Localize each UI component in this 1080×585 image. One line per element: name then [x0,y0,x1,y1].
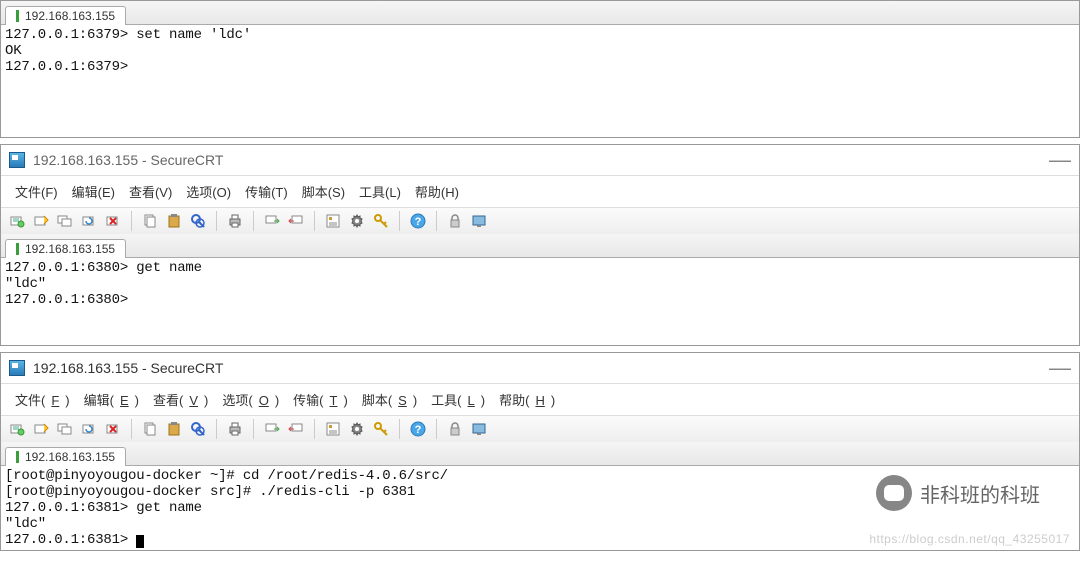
menu-options[interactable]: 选项(O) [180,180,237,203]
toolbar-separator [253,419,254,439]
toolbar-separator [253,211,254,231]
menu-help[interactable]: 帮助(H) [409,180,465,203]
help-icon[interactable]: ? [408,211,428,231]
receive-icon[interactable] [286,211,306,231]
connect-icon[interactable] [7,211,27,231]
connect-icon[interactable] [7,419,27,439]
paste-icon[interactable] [164,419,184,439]
window-title: 192.168.163.155 - SecureCRT [33,152,223,168]
menubar-3: 文件(F) 编辑(E) 查看(V) 选项(O) 传输(T) 脚本(S) 工具(L… [1,383,1079,415]
settings-icon[interactable] [347,419,367,439]
sessions-icon[interactable] [55,211,75,231]
send-icon[interactable] [262,419,282,439]
copy-icon[interactable] [140,211,160,231]
toolbar-separator [399,211,400,231]
toolbar-separator [131,211,132,231]
toolbar-separator [131,419,132,439]
tab-host-2[interactable]: 192.168.163.155 [5,239,126,258]
titlebar-3[interactable]: 192.168.163.155 - SecureCRT — [1,353,1079,383]
window-title: 192.168.163.155 - SecureCRT [33,360,223,376]
window-3: 192.168.163.155 - SecureCRT — 文件(F) 编辑(E… [0,352,1080,551]
quick-connect-icon[interactable] [31,419,51,439]
toolbar-separator [436,419,437,439]
menu-help[interactable]: 帮助(H) [493,388,561,411]
screen-icon[interactable] [469,211,489,231]
toolbar-2: ? [1,207,1079,234]
key-icon[interactable] [371,211,391,231]
menubar-2: 文件(F) 编辑(E) 查看(V) 选项(O) 传输(T) 脚本(S) 工具(L… [1,175,1079,207]
menu-view[interactable]: 查看(V) [123,180,178,203]
menu-edit[interactable]: 编辑(E) [66,180,121,203]
toolbar-3: ? [1,415,1079,442]
toolbar-separator [314,419,315,439]
menu-tools[interactable]: 工具(L) [425,388,491,411]
print-icon[interactable] [225,419,245,439]
lock-icon[interactable] [445,211,465,231]
minimize-icon[interactable]: — [1049,357,1071,379]
reconnect-icon[interactable] [79,419,99,439]
tab-host-3[interactable]: 192.168.163.155 [5,447,126,466]
menu-transfer[interactable]: 传输(T) [239,180,294,203]
paste-icon[interactable] [164,211,184,231]
screen-icon[interactable] [469,419,489,439]
menu-edit[interactable]: 编辑(E) [78,388,145,411]
app-icon [9,152,25,168]
properties-icon[interactable] [323,211,343,231]
tabbar-1: 192.168.163.155 [1,1,1079,25]
disconnect-icon[interactable] [103,419,123,439]
copy-icon[interactable] [140,419,160,439]
minimize-icon[interactable]: — [1049,149,1071,171]
terminal-2[interactable]: 127.0.0.1:6380> get name "ldc" 127.0.0.1… [1,258,1079,310]
watermark-url: https://blog.csdn.net/qq_43255017 [869,532,1070,546]
key-icon[interactable] [371,419,391,439]
toolbar-separator [436,211,437,231]
menu-file[interactable]: 文件(F) [9,180,64,203]
window-1: 192.168.163.155 127.0.0.1:6379> set name… [0,0,1080,138]
terminal-1[interactable]: 127.0.0.1:6379> set name 'ldc' OK 127.0.… [1,25,1079,77]
menu-options[interactable]: 选项(O) [216,388,285,411]
tabbar-2: 192.168.163.155 [1,234,1079,258]
help-icon[interactable]: ? [408,419,428,439]
tab-label: 192.168.163.155 [25,450,115,464]
watermark-logo: 非科班的科班 [876,475,1040,511]
tab-active-indicator-icon [16,243,19,255]
tab-host-1[interactable]: 192.168.163.155 [5,6,126,25]
toolbar-separator [216,419,217,439]
lock-icon[interactable] [445,419,465,439]
watermark-text: 非科班的科班 [920,479,1040,508]
send-icon[interactable] [262,211,282,231]
toolbar-separator [399,419,400,439]
print-icon[interactable] [225,211,245,231]
menu-script[interactable]: 脚本(S) [296,180,351,203]
cursor-icon [136,535,144,548]
svg-text:?: ? [415,424,422,436]
settings-icon[interactable] [347,211,367,231]
menu-view[interactable]: 查看(V) [147,388,214,411]
disconnect-icon[interactable] [103,211,123,231]
tab-active-indicator-icon [16,10,19,22]
tab-label: 192.168.163.155 [25,242,115,256]
tab-active-indicator-icon [16,451,19,463]
svg-text:?: ? [415,216,422,228]
reconnect-icon[interactable] [79,211,99,231]
sessions-icon[interactable] [55,419,75,439]
toolbar-separator [314,211,315,231]
tab-label: 192.168.163.155 [25,9,115,23]
quick-connect-icon[interactable] [31,211,51,231]
menu-transfer[interactable]: 传输(T) [287,388,354,411]
window-2: 192.168.163.155 - SecureCRT — 文件(F) 编辑(E… [0,144,1080,345]
app-icon [9,360,25,376]
menu-script[interactable]: 脚本(S) [356,388,423,411]
find-icon[interactable] [188,419,208,439]
tabbar-3: 192.168.163.155 [1,442,1079,466]
find-icon[interactable] [188,211,208,231]
titlebar-2[interactable]: 192.168.163.155 - SecureCRT — [1,145,1079,175]
receive-icon[interactable] [286,419,306,439]
menu-tools[interactable]: 工具(L) [353,180,407,203]
toolbar-separator [216,211,217,231]
properties-icon[interactable] [323,419,343,439]
wechat-icon [876,475,912,511]
menu-file[interactable]: 文件(F) [9,388,76,411]
